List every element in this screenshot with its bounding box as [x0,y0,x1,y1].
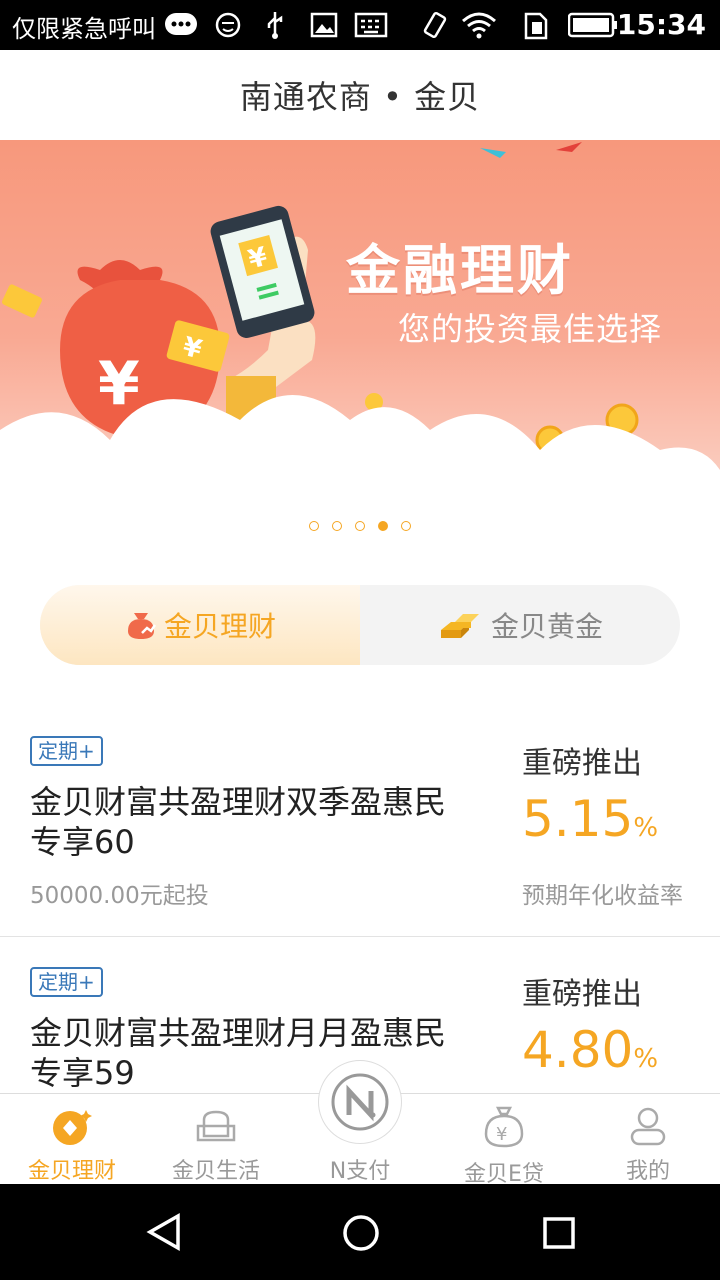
carousel-dot-2[interactable] [332,521,342,531]
product-rate-unit: % [633,1044,659,1074]
carousel-dot-5[interactable] [401,521,411,531]
back-icon[interactable] [144,1212,184,1252]
app-header: 南通农商 • 金贝 [0,50,720,140]
product-rate-label: 预期年化收益率 [522,883,683,909]
product-rate-unit: % [633,813,659,843]
product-rate-value: 4.80 [522,1021,634,1079]
carousel-dot-3[interactable] [355,521,365,531]
carrier-text: 仅限紧急呼叫 [12,15,156,43]
tab-mine-label: 我的 [625,1159,670,1184]
tab-finance-label: 金贝理财 [27,1159,116,1184]
user-icon [576,1104,720,1148]
usb-icon [264,10,286,40]
home-icon[interactable] [342,1214,380,1252]
tab-jinbei-gold-label: 金贝黄金 [490,610,603,643]
tab-jinbei-licai[interactable]: 金贝理财 [40,585,360,665]
system-nav-bar [0,1184,720,1280]
status-bar: 仅限紧急呼叫 15:34 [0,0,720,50]
product-type-badge: 定期+ [30,967,103,997]
tab-life[interactable]: 金贝生活 [144,1094,288,1185]
product-rate-value: 5.15 [522,790,634,848]
face-icon [214,10,242,40]
product-type-badge: 定期+ [30,736,103,766]
gold-bars-icon [437,610,485,640]
product-card[interactable]: 定期+ 金贝财富共盈理财双季盈惠民专享60 50000.00元起投 重磅推出 5… [0,700,720,936]
sofa-icon [144,1104,288,1148]
product-min-invest: 50000.00元起投 [30,883,209,909]
product-rate: 4.80% [522,1021,658,1079]
battery-icon [568,10,618,40]
tab-eloan[interactable]: ¥ 金贝E贷 [432,1094,576,1187]
product-name: 金贝财富共盈理财月月盈惠民专享59 [30,1014,447,1092]
sim-icon [522,10,550,40]
promo-banner[interactable]: ¥ ¥ ¥ 金融理财 您的投资最佳选择 [0,140,720,500]
svg-text:¥: ¥ [496,1124,507,1145]
banner-subline: 您的投资最佳选择 [398,310,663,348]
product-promo-label: 重磅推出 [522,977,642,1012]
page-title: 南通农商 • 金贝 [239,78,481,116]
product-rate: 5.15% [522,790,658,848]
tab-npay-label: N支付 [329,1159,391,1184]
carousel-dot-1[interactable] [309,521,319,531]
tab-finance[interactable]: 金贝理财 [0,1094,144,1185]
tab-jinbei-gold[interactable]: 金贝黄金 [360,585,680,665]
keyboard-icon [354,10,388,40]
image-icon [310,10,338,40]
carousel-dot-4[interactable] [378,521,388,531]
product-name: 金贝财富共盈理财双季盈惠民专享60 [30,783,447,861]
finance-coin-icon [0,1104,144,1148]
loan-bag-icon: ¥ [432,1104,576,1148]
wifi-icon [460,10,498,40]
product-promo-label: 重磅推出 [522,746,642,781]
tab-life-label: 金贝生活 [171,1159,260,1184]
bag-yen-text: ¥ [98,349,140,419]
tab-mine[interactable]: 我的 [576,1094,720,1185]
recents-icon[interactable] [542,1216,576,1250]
rotate-icon [420,10,450,40]
clock-text: 15:34 [616,8,706,41]
n-pay-icon[interactable] [318,1060,402,1144]
banner-headline: 金融理财 [346,239,574,302]
message-icon [164,10,198,40]
tab-jinbei-licai-label: 金贝理财 [163,610,276,643]
product-segment-control: 金贝理财 金贝黄金 [40,585,680,665]
money-bag-icon [124,609,158,641]
